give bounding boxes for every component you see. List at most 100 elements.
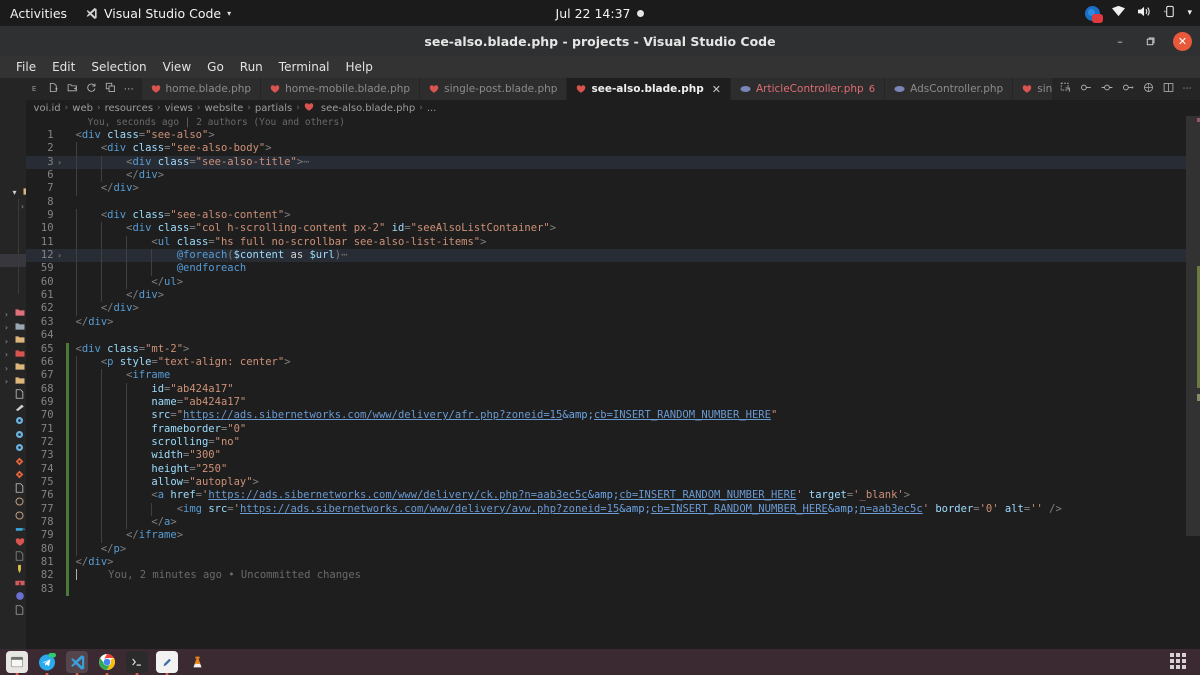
dock-text-editor-icon[interactable] [156,651,178,675]
chevron-right-icon[interactable]: › [2,337,11,346]
code-line[interactable]: 75 allow="autoplay"> [26,475,1200,490]
tree-folder[interactable]: ›storage [0,335,26,349]
tree-file[interactable]: search.bl... [0,119,26,133]
tree-file[interactable]: single-p... [0,146,26,160]
tree-folder[interactable]: ›trash [0,362,26,376]
tree-file[interactable]: posts-by... [0,78,26,92]
tree-file[interactable]: tags-mo... [0,159,26,173]
tree-file[interactable]: .gitignore [0,470,26,484]
chevron-right-icon[interactable]: › [2,364,11,373]
code-line[interactable]: 66 <p style="text-align: center"> [26,355,1200,370]
menu-file[interactable]: File [8,56,44,78]
code-line[interactable]: 62 </div> [26,302,1200,316]
refresh-icon[interactable] [85,82,98,96]
code-line[interactable]: 72 scrolling="no" [26,435,1200,450]
battery-icon[interactable] [1163,5,1176,21]
tree-folder[interactable]: ›mobile [0,200,26,214]
run-icon[interactable] [1080,82,1092,96]
code-line[interactable]: 67 <iframe [26,369,1200,383]
tree-file[interactable]: Dockerfile [0,524,26,538]
tree-file[interactable]: see-also-... [0,240,26,254]
tree-file[interactable]: package.json [0,578,26,592]
tree-folder[interactable]: ›routes [0,308,26,322]
menu-view[interactable]: View [155,56,199,78]
code-editor[interactable]: You, seconds ago | 2 authors (You and ot… [25,116,1200,649]
overview-ruler-scrollbar[interactable] [1186,116,1200,649]
code-line[interactable]: 64 [26,329,1200,342]
tree-file[interactable]: example.gitla... [0,551,26,565]
tree-file[interactable]: .env.testing [0,443,26,457]
fold-collapsed-icon[interactable]: › [54,249,66,262]
code-line[interactable]: 78 </a> [26,515,1200,530]
code-line[interactable]: 76 <a href='https://ads.sibernetworks.co… [26,489,1200,503]
minimize-button[interactable]: – [1113,34,1127,48]
tree-folder[interactable]: ›vendor [0,375,26,389]
tree-folder[interactable]: ›tests [0,348,26,362]
activities-button[interactable]: Activities [0,6,79,21]
code-line[interactable]: 81 </div> [26,556,1200,570]
tree-file[interactable]: .gitattributes [0,456,26,470]
preview-icon[interactable] [1101,82,1113,96]
breadcrumb-item[interactable]: see-also.blade.php [321,103,415,114]
breadcrumb-item[interactable]: voi.id [34,103,61,114]
new-folder-icon[interactable] [66,82,79,96]
code-lines[interactable]: 1 <div class="see-also"> 2 <div class="see… [25,129,1200,597]
tree-file[interactable]: phpunit.xml [0,591,26,605]
file-tree[interactable]: posts-by...posts-by...search-....search.… [0,78,26,618]
tree-folder[interactable]: ›scripts [0,321,26,335]
tree-file[interactable]: tags.bla... [0,173,26,187]
breadcrumb-item[interactable]: website [205,103,244,114]
dock-terminal-icon[interactable] [126,651,148,675]
tree-file[interactable]: see-also.... [0,253,26,267]
code-line[interactable]: 82 You, 2 minutes ago • Uncommitted chan… [26,569,1200,583]
code-line[interactable]: 2 <div class="see-also-body"> [26,142,1200,156]
code-line[interactable]: 3 › <div class="see-also-title">⋯ [25,155,1200,170]
code-line[interactable]: 77 <img src='https://ads.sibernetworks.c… [26,502,1200,516]
code-line[interactable]: 80 </p> [26,542,1200,556]
maximize-button[interactable] [1143,34,1157,48]
code-line[interactable]: 6 </div> [26,169,1200,183]
code-line[interactable]: 1 <div class="see-also"> [26,129,1200,142]
editor-tab[interactable]: home.blade.php [141,78,262,100]
tree-file[interactable]: artisan [0,483,26,497]
explorer-more-actions-icon[interactable]: ⋯ [123,84,136,95]
tree-file[interactable]: posts-by... [0,92,26,106]
fold-collapsed-icon[interactable]: › [54,156,66,169]
breadcrumb-item[interactable]: partials [255,103,292,114]
chevron-down-icon[interactable]: ▾ [10,188,19,197]
split-editor-icon[interactable] [1060,82,1071,96]
tree-file[interactable]: search-.... [0,105,26,119]
editor-more-actions-icon[interactable]: ⋯ [1183,84,1193,94]
chevron-right-icon[interactable]: › [18,202,26,211]
code-line[interactable]: 65 <div class="mt-2"> [26,342,1200,356]
tree-file[interactable]: readme.md [0,605,26,619]
breadcrumb-item[interactable]: ... [427,103,437,114]
chevron-right-icon[interactable]: › [2,310,11,319]
app-menu[interactable]: Visual Studio Code ▾ [79,6,237,21]
tree-file[interactable]: layout.bla... [0,294,26,308]
split-right-icon[interactable] [1163,82,1174,96]
code-line[interactable]: 74 height="250" [26,462,1200,476]
breadcrumb-item[interactable]: web [72,103,93,114]
tree-file[interactable]: Envoy.blade.php [0,537,26,551]
tree-folder[interactable]: ▾partials [0,186,26,200]
code-line[interactable]: 83 [26,582,1200,597]
code-line[interactable]: 8 [26,196,1200,209]
dock-files-icon[interactable] [6,651,28,675]
tree-file[interactable]: composer.json [0,497,26,511]
code-line[interactable]: 9 <div class="see-also-content"> [26,209,1200,223]
editor-tab[interactable]: AdsController.php [885,78,1014,100]
chevron-down-icon[interactable]: ▾ [1187,8,1192,18]
dock-chrome-icon[interactable] [96,651,118,675]
tree-file[interactable]: main-me... [0,213,26,227]
code-line[interactable]: 68 id="ab424a17" [26,382,1200,396]
close-button[interactable]: ✕ [1173,31,1192,51]
code-line[interactable]: 73 width="300" [26,449,1200,463]
tree-file[interactable]: .env [0,416,26,430]
code-line[interactable]: 70 src="https://ads.sibernetworks.com/ww… [26,409,1200,423]
tree-file[interactable]: composer.lock [0,510,26,524]
breadcrumb-item[interactable]: views [165,103,193,114]
code-line[interactable]: 12 › @foreach($content as $url)⋯ [25,249,1200,263]
dock-telegram-icon[interactable] [36,651,58,675]
menu-run[interactable]: Run [232,56,271,78]
